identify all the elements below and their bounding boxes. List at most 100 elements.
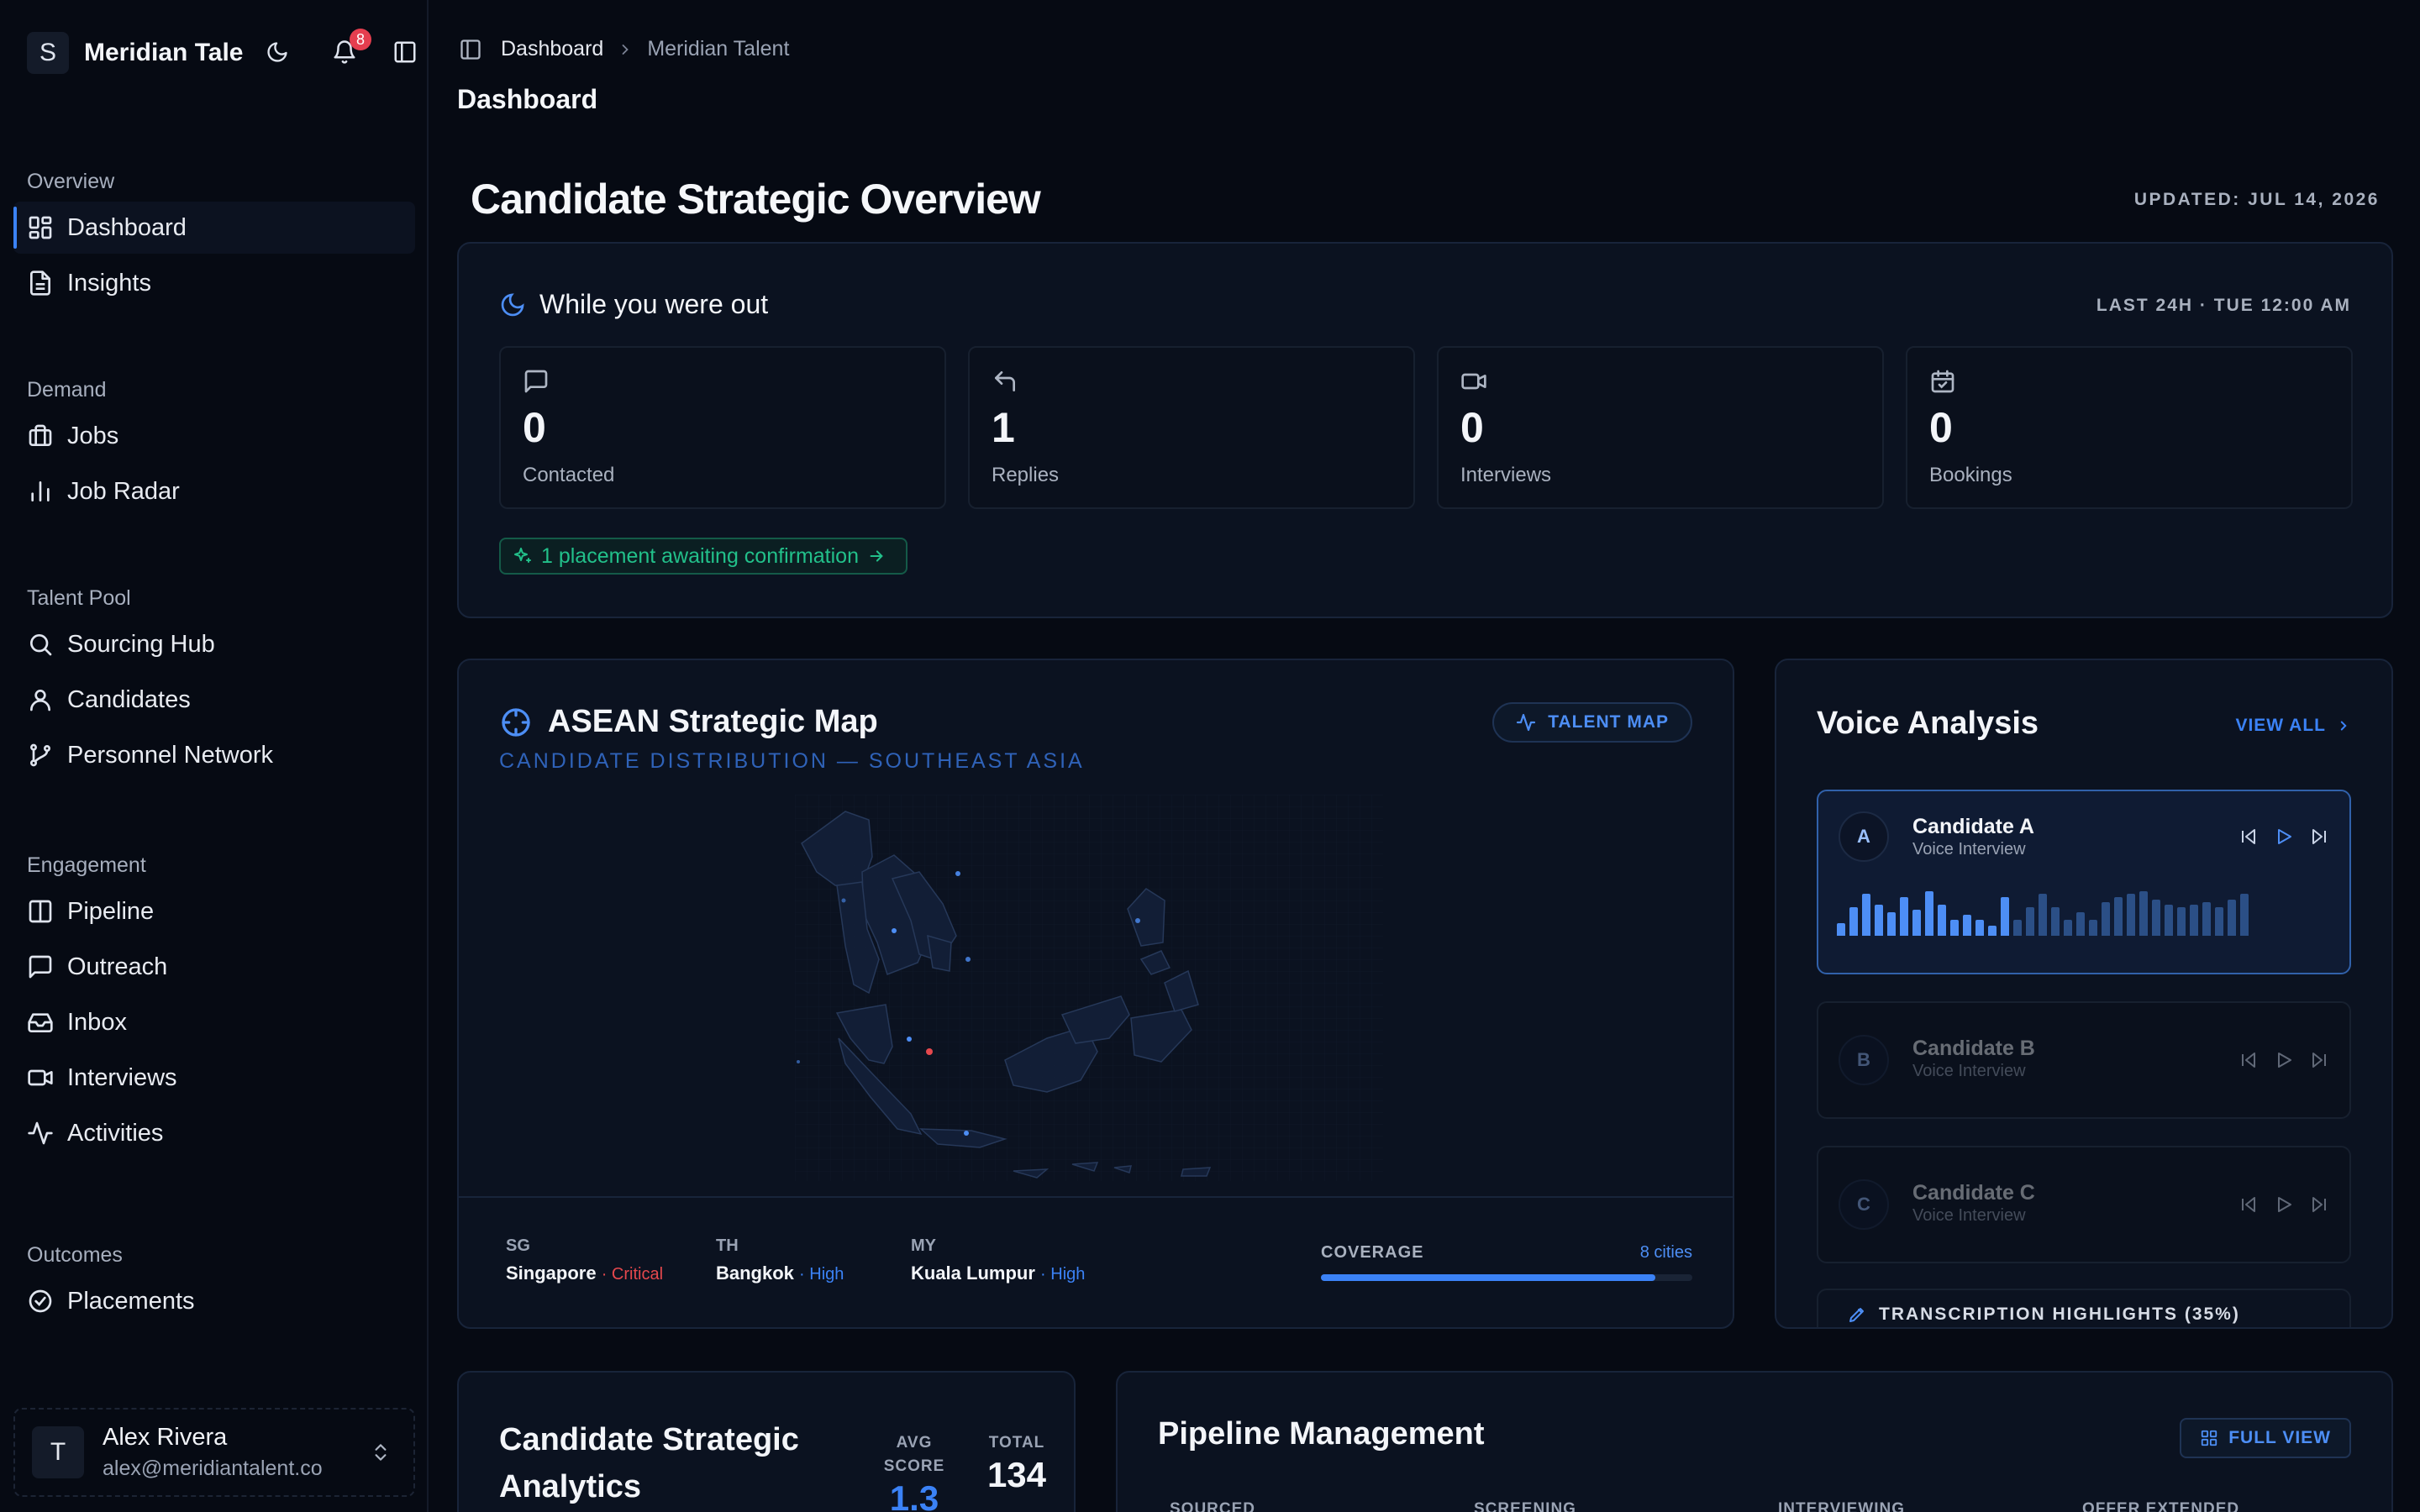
sidebar-item-activities[interactable]: Activities (13, 1107, 415, 1159)
analytics-title: Candidate Strategic Analytics (499, 1422, 799, 1504)
city-name: Bangkok (716, 1263, 794, 1284)
view-all-link[interactable]: VIEW ALL (2235, 716, 2351, 736)
panel-left-icon (394, 41, 416, 63)
skip-back-icon[interactable] (2238, 827, 2259, 847)
sidebar-item-placements[interactable]: Placements (13, 1275, 415, 1327)
southeast-asia-map[interactable] (795, 795, 1383, 1181)
stage-screening[interactable]: SCREENING (1474, 1500, 1778, 1512)
candidate-sub: Voice Interview (1912, 840, 2026, 858)
bar-chart-icon (31, 481, 50, 501)
activity-icon (1517, 713, 1536, 732)
city-level: · High (1040, 1265, 1086, 1284)
voice-card-candidate-b[interactable]: B Candidate B Voice Interview (1817, 1001, 2351, 1119)
sidebar-item-personnel-network[interactable]: Personnel Network (13, 729, 415, 781)
breadcrumb-dashboard[interactable]: Dashboard (501, 37, 603, 61)
skip-back-icon[interactable] (2238, 1194, 2259, 1215)
map-title: ASEAN Strategic Map (499, 704, 878, 740)
sparkles-icon (514, 548, 531, 563)
city-line: Bangkok · High (716, 1263, 844, 1284)
stage-interviewing[interactable]: INTERVIEWING (1778, 1500, 2082, 1512)
sidebar-item-job-radar[interactable]: Job Radar (13, 465, 415, 517)
waveform-bar (2001, 896, 2009, 936)
sidebar-item-insights[interactable]: Insights (13, 257, 415, 309)
waveform-bar (1837, 922, 1845, 936)
document-icon (30, 270, 50, 296)
candidate-sub: Voice Interview (1912, 1062, 2026, 1080)
inbox-icon (28, 1013, 53, 1032)
sidebar-item-interviews[interactable]: Interviews (13, 1052, 415, 1104)
waveform-bar (1875, 904, 1883, 936)
city-kuala-lumpur[interactable]: MY Kuala Lumpur · High (911, 1236, 1085, 1284)
sidebar-item-dashboard[interactable]: Dashboard (13, 202, 415, 254)
sidebar-toggle-button[interactable] (388, 35, 422, 69)
page-title: Dashboard (457, 84, 598, 114)
user-email: alex@meridiantalent.co (103, 1457, 323, 1480)
video-icon (28, 1069, 53, 1086)
avatar: C (1839, 1179, 1889, 1230)
moon-icon (267, 42, 287, 62)
message-icon (29, 955, 52, 979)
stat-contacted: 0 Contacted (499, 346, 946, 509)
city-bangkok[interactable]: TH Bangkok · High (716, 1236, 844, 1284)
avg-score-metric: AVG SCORE 1.3 (872, 1431, 956, 1512)
full-view-button[interactable]: FULL VIEW (2180, 1418, 2351, 1458)
brand[interactable]: S Meridian Tale (27, 30, 244, 76)
stage-label: SCREENING (1474, 1500, 1576, 1512)
pipeline-title: Pipeline Management (1158, 1416, 1485, 1452)
user-menu[interactable]: T Alex Rivera alex@meridiantalent.co (13, 1408, 415, 1497)
sidebar-item-inbox[interactable]: Inbox (13, 996, 415, 1048)
notifications-button[interactable]: 8 (328, 29, 371, 69)
stage-offer-extended[interactable]: OFFER EXTENDED (2082, 1500, 2386, 1512)
stage-sourced[interactable]: SOURCED (1170, 1500, 1474, 1512)
skip-forward-icon[interactable] (2309, 1194, 2329, 1215)
theme-toggle-button[interactable] (260, 35, 294, 69)
waveform-bar (2064, 920, 2072, 936)
waveform-bar (1938, 904, 1946, 936)
voice-card-candidate-a[interactable]: A Candidate A Voice Interview (1817, 790, 2351, 974)
sidebar-item-pipeline[interactable]: Pipeline (13, 885, 415, 937)
sidebar-item-jobs[interactable]: Jobs (13, 410, 415, 462)
while-you-were-out-time: LAST 24H · TUE 12:00 AM (2096, 296, 2351, 315)
voice-analysis-card: Voice Analysis VIEW ALL A Candidate A Vo… (1775, 659, 2393, 1329)
talent-map-button[interactable]: TALENT MAP (1492, 702, 1692, 743)
play-icon[interactable] (2274, 1050, 2294, 1070)
panel-left-icon[interactable] (459, 38, 482, 61)
voice-analysis-title: Voice Analysis (1817, 706, 2039, 741)
brand-logo: S (27, 32, 69, 74)
reply-icon (995, 371, 1015, 391)
chevrons-up-down-icon (375, 1444, 387, 1461)
waveform-bar (1912, 910, 1921, 936)
city-singapore[interactable]: SG Singapore · Critical (506, 1236, 663, 1284)
sidebar-item-label: Jobs (67, 422, 119, 449)
city-line: Singapore · Critical (506, 1263, 663, 1284)
skip-forward-icon[interactable] (2309, 1050, 2329, 1070)
waveform-bar (1963, 915, 1971, 936)
nav-group-overview: Overview Dashboard Insights (0, 165, 429, 312)
transcription-highlights[interactable]: TRANSCRIPTION HIGHLIGHTS (35%) (1817, 1289, 2351, 1327)
waveform-bar (1925, 891, 1933, 936)
waveform-bar (1900, 896, 1908, 936)
sidebar-item-label: Insights (67, 269, 151, 297)
skip-back-icon[interactable] (2238, 1050, 2259, 1070)
nav-group-outcomes: Outcomes Placements (0, 1238, 429, 1331)
placement-awaiting-link[interactable]: 1 placement awaiting confirmation (499, 538, 908, 575)
sidebar-item-outreach[interactable]: Outreach (13, 941, 415, 993)
sidebar: S Meridian Tale 8 Overview Dashboard Ins… (0, 0, 429, 1512)
grid-icon (29, 216, 52, 239)
city-level: · Critical (601, 1265, 664, 1284)
grid-icon (2202, 1430, 2217, 1446)
waveform-bar (2076, 912, 2085, 936)
play-icon[interactable] (2274, 1194, 2294, 1215)
waveform-bar (2139, 891, 2148, 936)
waveform-bar (2026, 906, 2034, 936)
sidebar-item-label: Sourcing Hub (67, 630, 215, 658)
play-icon[interactable] (2274, 827, 2294, 847)
audio-waveform[interactable] (1837, 884, 2249, 936)
while-you-were-out-label: While you were out (539, 289, 769, 319)
voice-card-candidate-c[interactable]: C Candidate C Voice Interview (1817, 1146, 2351, 1263)
sidebar-item-candidates[interactable]: Candidates (13, 674, 415, 726)
sidebar-item-sourcing-hub[interactable]: Sourcing Hub (13, 618, 415, 670)
sidebar-item-label: Interviews (67, 1063, 177, 1091)
video-icon (1461, 373, 1486, 390)
skip-forward-icon[interactable] (2309, 827, 2329, 847)
